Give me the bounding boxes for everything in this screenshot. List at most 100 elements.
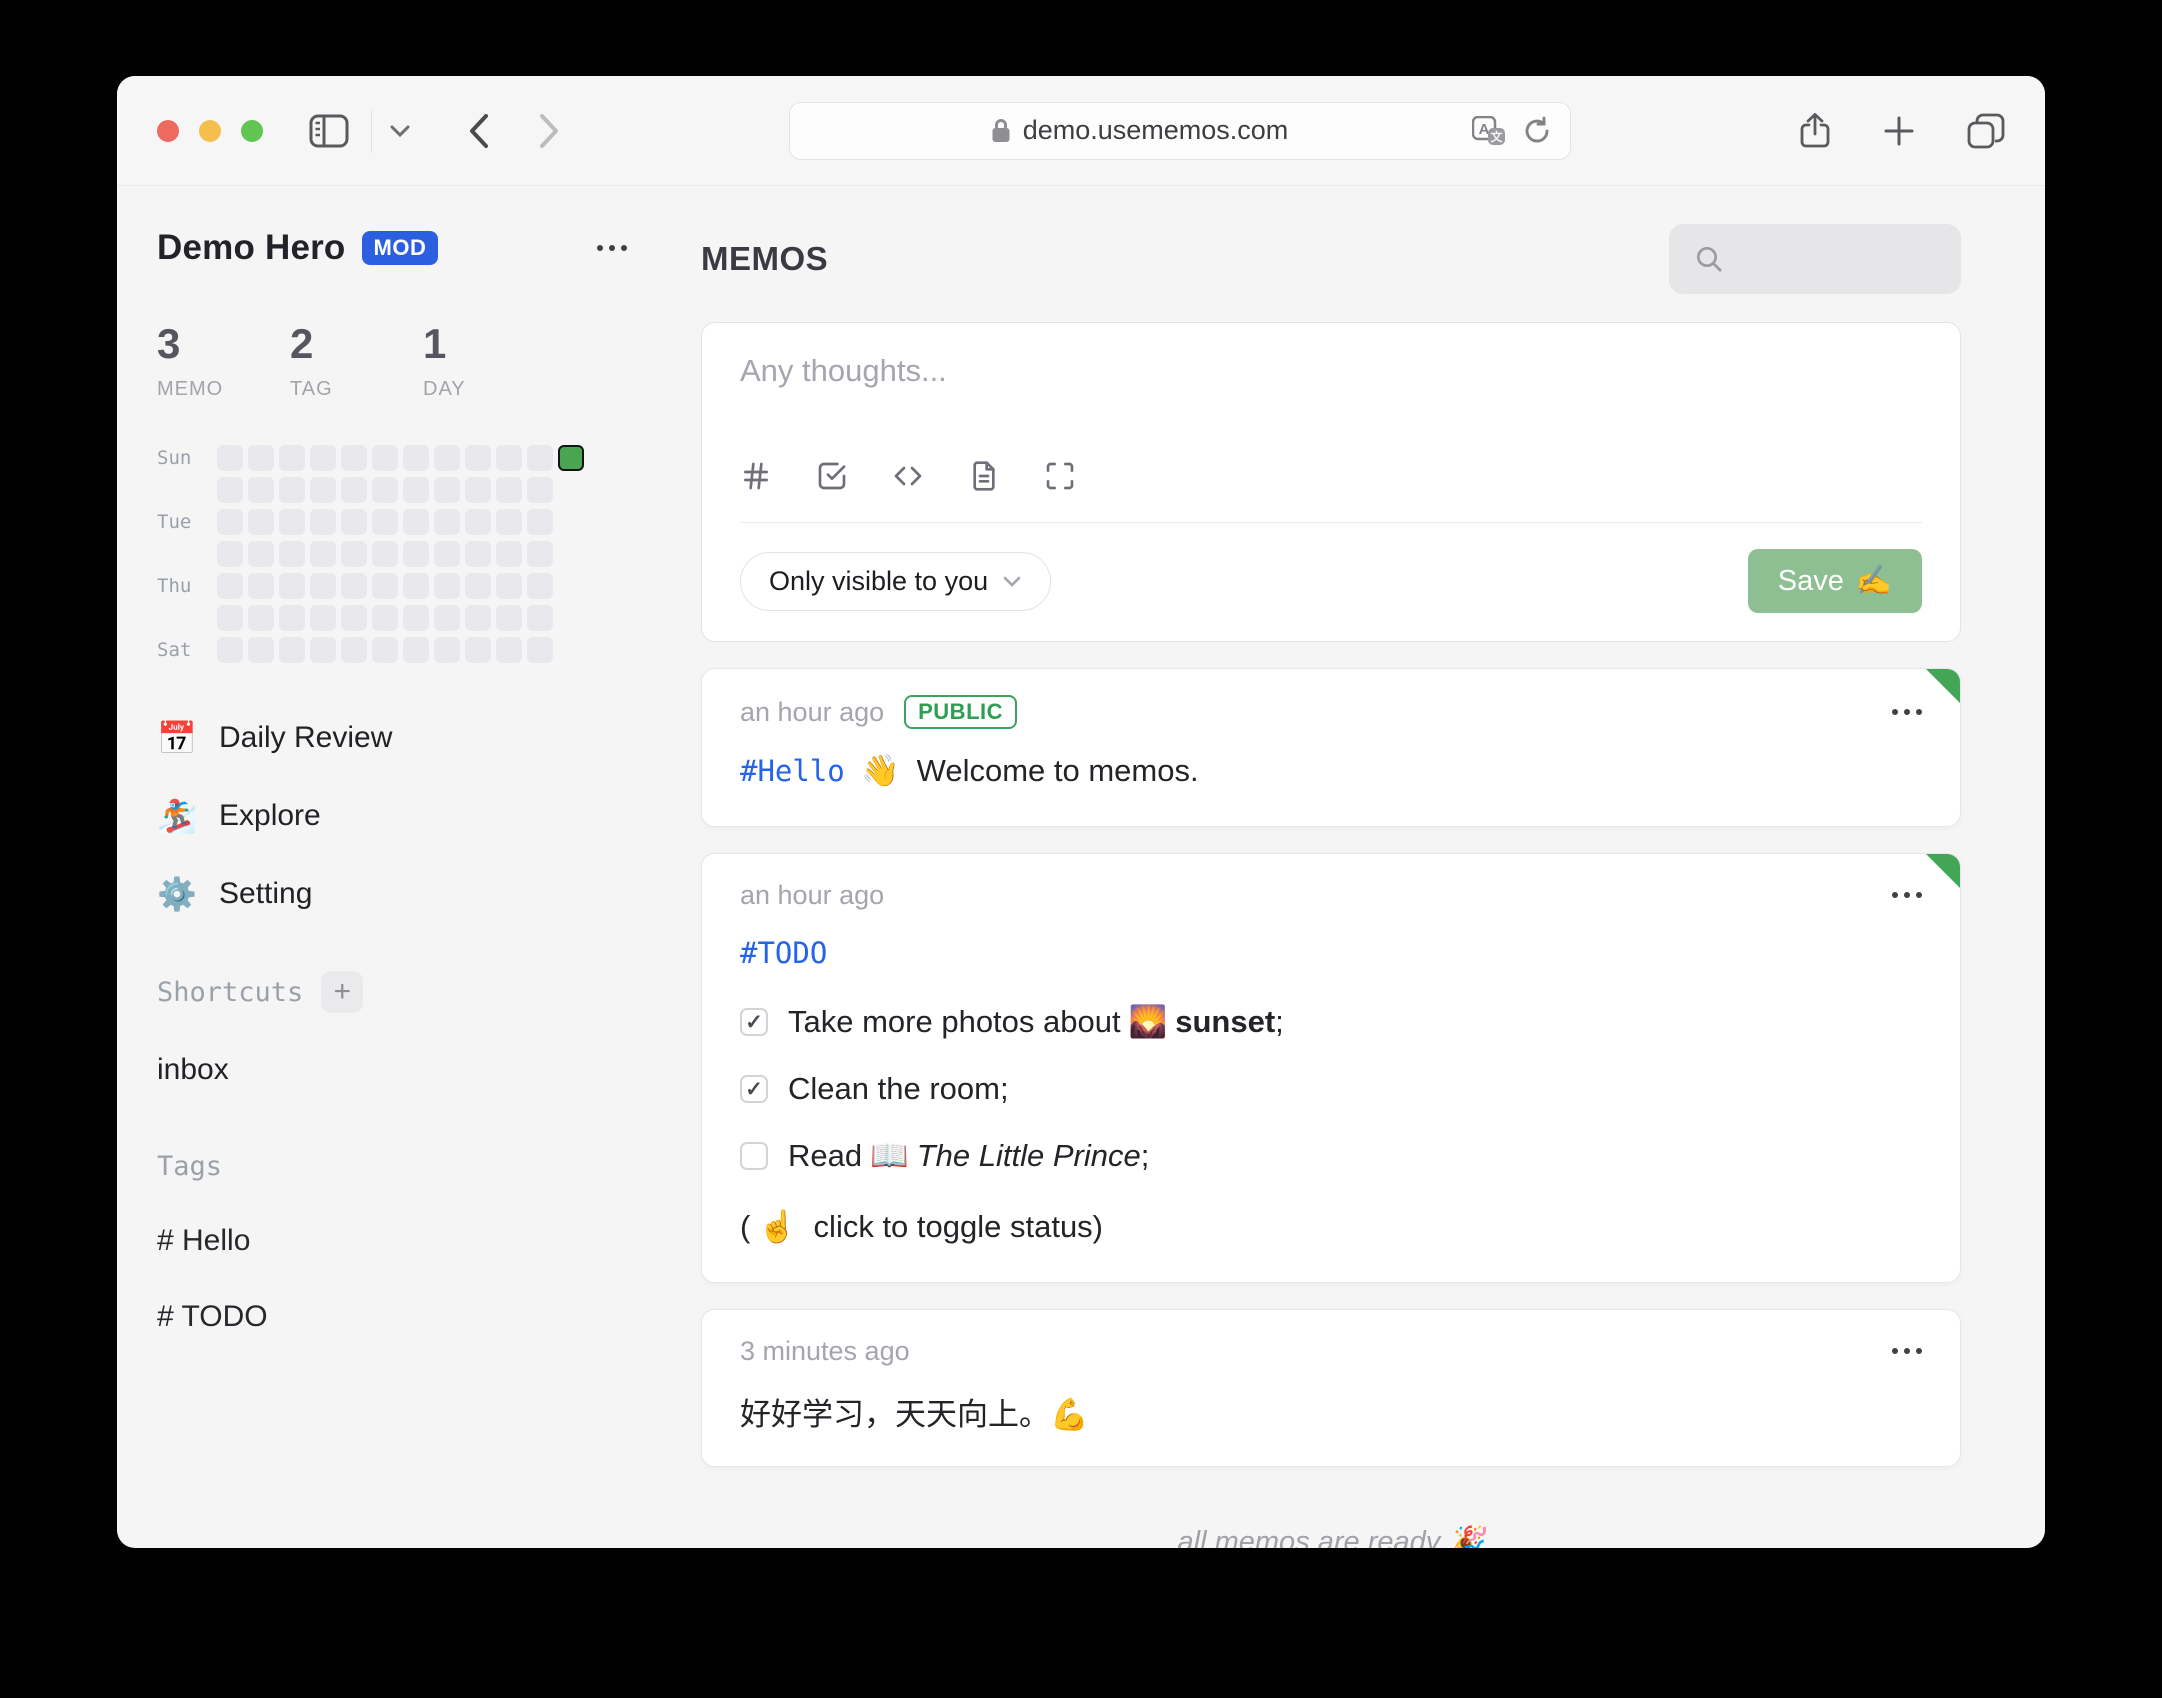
checkbox-tool-icon[interactable] [816, 460, 848, 492]
heatmap-cell [217, 605, 243, 631]
heatmap-cell [496, 445, 522, 471]
heatmap-cell [248, 541, 274, 567]
heatmap-cell [527, 573, 553, 599]
sunset-emoji: 🌄 [1128, 1003, 1168, 1039]
snowboarder-emoji-icon: 🏂 [157, 798, 197, 834]
memo-editor-input[interactable] [740, 353, 1922, 449]
heatmap-cell [279, 477, 305, 503]
editor-divider [740, 522, 1922, 523]
memo-tag-link[interactable]: #TODO [740, 936, 827, 970]
heatmap-cell [248, 509, 274, 535]
tag-item-hello[interactable]: # Hello [157, 1224, 665, 1258]
add-shortcut-button[interactable]: + [321, 971, 364, 1013]
heatmap-cell [434, 573, 460, 599]
heatmap-cell [465, 605, 491, 631]
heatmap-grid [217, 445, 584, 663]
heatmap-cell [372, 445, 398, 471]
sidebar-toggle-icon[interactable] [309, 114, 349, 148]
sidebar-item-setting[interactable]: ⚙️ Setting [157, 875, 665, 913]
heatmap-cell [372, 573, 398, 599]
heatmap-cell [558, 445, 584, 471]
lock-icon [991, 117, 1011, 144]
heatmap-cell [372, 605, 398, 631]
visibility-select[interactable]: Only visible to you [740, 551, 1052, 611]
gear-emoji-icon: ⚙️ [157, 876, 197, 912]
heatmap-cell [465, 477, 491, 503]
hashtag-icon[interactable] [740, 460, 772, 492]
translate-icon[interactable]: A 文 [1471, 115, 1506, 146]
new-tab-icon[interactable] [1883, 115, 1915, 147]
heatmap-cell [310, 445, 336, 471]
heatmap-cell [403, 605, 429, 631]
file-icon[interactable] [968, 460, 1000, 492]
heatmap-cell [434, 509, 460, 535]
heatmap-cell [527, 445, 553, 471]
heatmap-cell [403, 573, 429, 599]
heatmap-day-label [157, 541, 205, 567]
user-menu-button[interactable] [597, 245, 627, 251]
memo-card-todo: an hour ago #TODO ✓ Take more photos abo… [701, 852, 1961, 1283]
memo-menu-button[interactable] [1892, 892, 1922, 899]
sidebar-item-daily-review[interactable]: 📅 Daily Review [157, 719, 665, 757]
url-text: demo.usememos.com [1022, 115, 1289, 145]
stat-memo: 3 MEMO [157, 320, 224, 400]
heatmap-cell [434, 637, 460, 663]
heatmap-cell [310, 509, 336, 535]
memo-timestamp: 3 minutes ago [740, 1335, 910, 1366]
heatmap-cell [310, 605, 336, 631]
search-bar[interactable] [1669, 224, 1961, 294]
memo-menu-button[interactable] [1892, 709, 1922, 715]
minimize-window-button[interactable] [199, 119, 221, 142]
reload-icon[interactable] [1522, 116, 1552, 146]
search-icon [1693, 243, 1725, 275]
shortcut-item-inbox[interactable]: inbox [157, 1053, 665, 1087]
close-window-button[interactable] [157, 119, 179, 142]
feed-end-message: all memos are ready 🎉 [1177, 1525, 1485, 1548]
heatmap-cell [403, 509, 429, 535]
address-bar[interactable]: demo.usememos.com A 文 [788, 101, 1571, 160]
code-icon[interactable] [892, 460, 924, 492]
checkbox-checked[interactable]: ✓ [740, 1075, 768, 1104]
user-name[interactable]: Demo Hero [157, 228, 346, 268]
heatmap-cell [217, 509, 243, 535]
save-button[interactable]: Save ✍️ [1747, 549, 1922, 613]
memo-menu-button[interactable] [1892, 1348, 1922, 1355]
heatmap-cell [465, 445, 491, 471]
heatmap-cell [434, 477, 460, 503]
heatmap-cell [527, 509, 553, 535]
heatmap-cell [496, 509, 522, 535]
tag-item-todo[interactable]: # TODO [157, 1300, 665, 1334]
more-icon [1892, 892, 1922, 899]
sidebar-item-explore[interactable]: 🏂 Explore [157, 797, 665, 835]
checkbox-unchecked[interactable]: ✓ [740, 1142, 768, 1171]
checkbox-checked[interactable]: ✓ [740, 1008, 768, 1037]
memo-timestamp: an hour ago [740, 879, 885, 910]
heatmap-cell [217, 573, 243, 599]
heatmap-cell [279, 509, 305, 535]
point-up-emoji: ☝️ [758, 1208, 797, 1244]
heatmap-cell [527, 637, 553, 663]
back-button[interactable] [468, 113, 490, 149]
heatmap-cell [403, 445, 429, 471]
more-icon [1892, 1348, 1922, 1355]
memo-text: Welcome to memos. [916, 753, 1199, 788]
heatmap-cell [403, 477, 429, 503]
task-item: ✓ Clean the room; [740, 1067, 1922, 1112]
forward-button[interactable] [538, 113, 560, 149]
heatmap-cell [217, 637, 243, 663]
app-body: Demo Hero MOD 3 MEMO 2 TAG 1 DAY Sun Tue… [117, 186, 2045, 1548]
heatmap-cell [527, 477, 553, 503]
pinned-corner [1926, 853, 1960, 888]
chevron-down-icon[interactable] [388, 123, 412, 139]
memo-tag-link[interactable]: #Hello [740, 754, 845, 788]
heatmap-cell [341, 509, 367, 535]
fullscreen-icon[interactable] [1044, 460, 1076, 492]
heatmap-day-label: Sun [157, 447, 192, 469]
sidebar: Demo Hero MOD 3 MEMO 2 TAG 1 DAY Sun Tue… [117, 186, 665, 1548]
zoom-window-button[interactable] [241, 119, 263, 142]
heatmap-day-labels: Sun Tue Thu Sat [157, 445, 205, 663]
heatmap-cell [403, 637, 429, 663]
heatmap-cell [310, 573, 336, 599]
share-icon[interactable] [1799, 112, 1831, 150]
tab-overview-icon[interactable] [1967, 113, 2005, 149]
